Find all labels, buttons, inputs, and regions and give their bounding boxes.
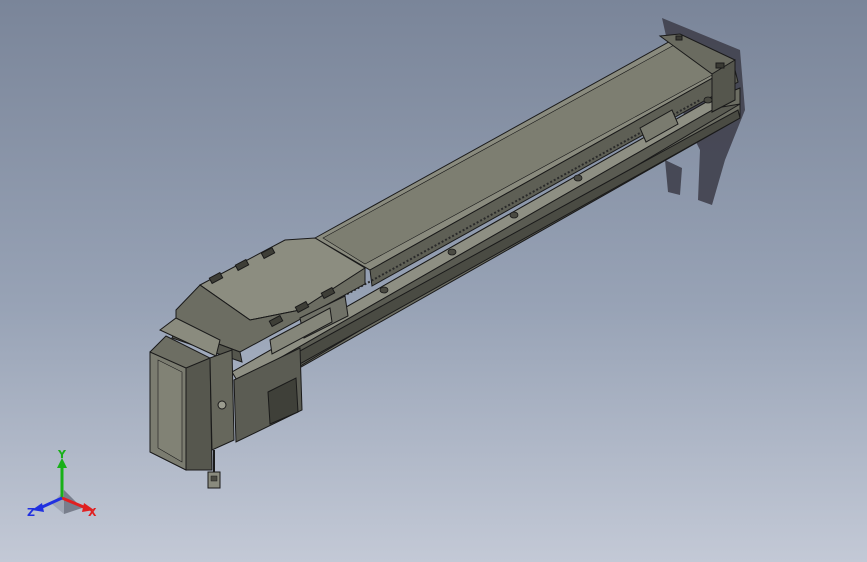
x-axis-label: X: [88, 506, 97, 519]
linear-actuator-model[interactable]: [0, 0, 867, 562]
z-axis-label: Z: [27, 506, 35, 519]
orientation-triad[interactable]: Y X Z: [24, 448, 104, 528]
y-axis-label: Y: [57, 448, 67, 461]
rail-top-cover: [231, 37, 741, 397]
graphics-viewport[interactable]: Y X Z: [0, 0, 867, 562]
